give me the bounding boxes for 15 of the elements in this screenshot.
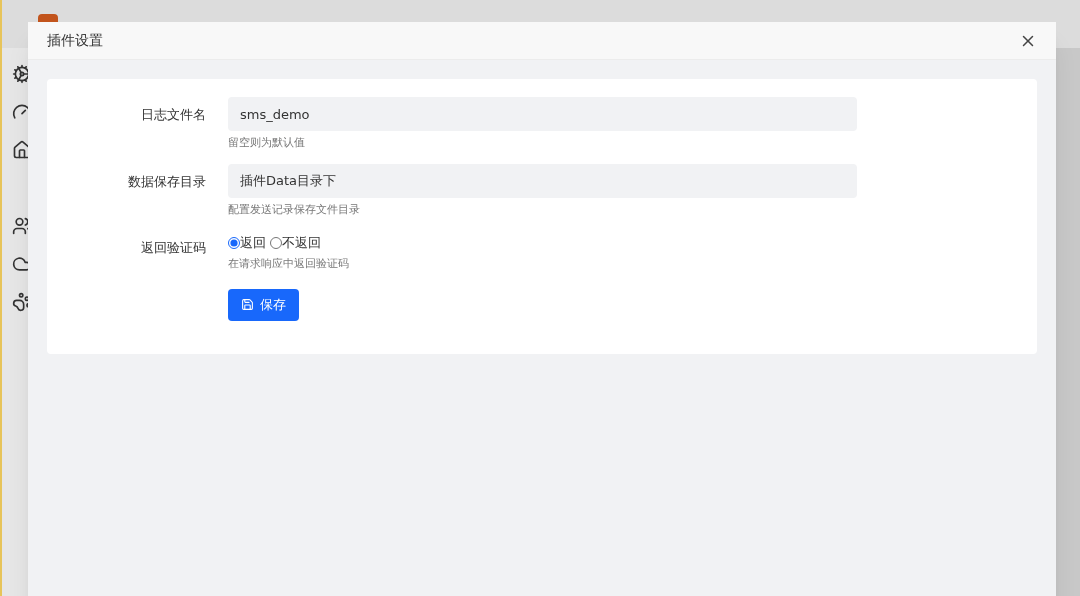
save-button[interactable]: 保存 bbox=[228, 288, 299, 321]
radio-label: 返回 bbox=[240, 234, 266, 253]
input-field[interactable]: 插件Data目录下 bbox=[228, 163, 857, 198]
input-field[interactable]: sms_demo bbox=[228, 97, 857, 131]
modal-title: 插件设置 bbox=[47, 31, 103, 50]
save-icon bbox=[241, 298, 254, 311]
field-label: 数据保存目录 bbox=[128, 172, 206, 191]
field-label: 返回验证码 bbox=[141, 239, 206, 257]
field-label: 日志文件名 bbox=[141, 106, 206, 124]
help-text: 留空则为默认值 bbox=[228, 135, 306, 151]
radio-button[interactable] bbox=[228, 237, 240, 249]
help-text: 配置发送记录保存文件目录 bbox=[228, 201, 361, 218]
radio-button[interactable] bbox=[270, 237, 282, 249]
help-text: 在请求响应中返回验证码 bbox=[228, 256, 349, 272]
radio-label: 不返回 bbox=[282, 234, 321, 253]
